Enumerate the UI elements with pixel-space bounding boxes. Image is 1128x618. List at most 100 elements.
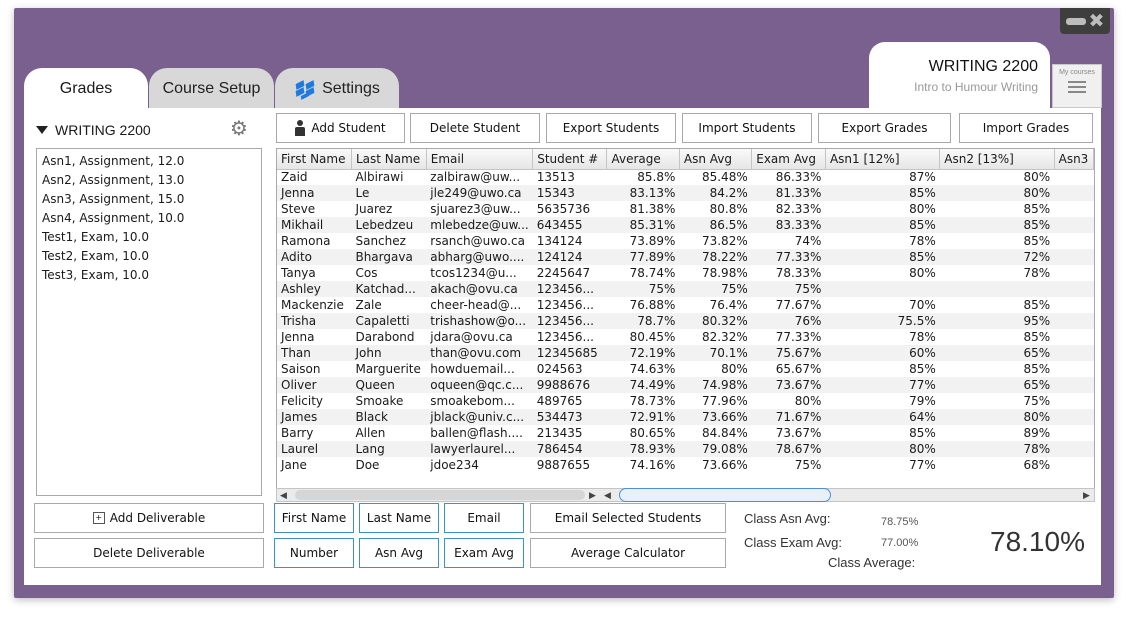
list-item[interactable]: Asn1, Assignment, 12.0 (42, 152, 256, 171)
table-cell[interactable]: 75% (752, 457, 826, 473)
table-cell[interactable]: zalbiraw@uw... (426, 169, 532, 185)
table-cell[interactable]: 80% (939, 409, 1055, 425)
table-cell[interactable] (1054, 393, 1093, 409)
table-cell[interactable] (1054, 409, 1094, 425)
table-cell[interactable]: 78.73% (607, 393, 679, 409)
table-cell[interactable]: Adito (277, 249, 352, 265)
table-cell[interactable]: than@ovu.com (426, 345, 533, 361)
table-cell[interactable]: 79.08% (679, 441, 752, 457)
average-calculator-button[interactable]: Average Calculator (530, 538, 726, 568)
table-cell[interactable]: Capaletti (351, 313, 427, 329)
table-cell[interactable]: Mackenzie (277, 297, 351, 313)
list-item[interactable]: Asn3, Assignment, 15.0 (42, 190, 256, 209)
table-cell[interactable]: smoakebom... (426, 393, 532, 409)
table-cell[interactable]: abharg@uwo.... (426, 249, 533, 265)
table-cell[interactable]: Queen (351, 377, 427, 393)
table-cell[interactable]: 85.48% (679, 169, 751, 185)
deliverables-list[interactable]: Asn1, Assignment, 12.0 Asn2, Assignment,… (36, 148, 262, 496)
table-cell[interactable]: Darabond (351, 329, 426, 345)
table-cell[interactable]: 77.33% (752, 329, 826, 345)
table-cell[interactable]: 80.65% (607, 425, 679, 441)
table-cell[interactable]: Saison (277, 361, 351, 377)
table-cell[interactable]: Jane (277, 457, 351, 473)
table-cell[interactable]: 85% (825, 185, 940, 201)
table-cell[interactable]: 80% (825, 201, 939, 217)
table-cell[interactable]: 68% (940, 457, 1054, 473)
table-cell[interactable]: 72.19% (606, 345, 680, 361)
table-cell[interactable]: 77% (825, 457, 939, 473)
table-row[interactable]: Adito Bhargava abharg@uwo.... 124124 77.89% 7… (277, 249, 1094, 265)
table-cell[interactable]: oqueen@qc.c... (426, 377, 533, 393)
table-row[interactable]: Mikhail Lebedzeu mlebedze@uw... 643455 85.31… (277, 217, 1094, 233)
table-cell[interactable] (1054, 233, 1093, 249)
export-grades-button[interactable]: Export Grades (818, 113, 951, 143)
table-cell[interactable]: Albirawi (351, 169, 426, 185)
table-cell[interactable]: Steve (277, 201, 351, 217)
table-cell[interactable]: Lebedzeu (351, 217, 427, 233)
table-cell[interactable]: 73.66% (679, 457, 751, 473)
table-cell[interactable]: 80% (752, 393, 826, 409)
list-item[interactable]: Test2, Exam, 10.0 (42, 247, 256, 266)
table-cell[interactable]: 74.63% (607, 361, 679, 377)
scroll-thumb[interactable] (619, 488, 831, 502)
table-cell[interactable] (1054, 313, 1094, 329)
table-cell[interactable]: 83.33% (751, 217, 826, 233)
table-row[interactable]: Zaid Albirawi zalbiraw@uw... 13513 85.8% 85.4… (277, 169, 1094, 185)
table-cell[interactable]: 70.1% (679, 345, 752, 361)
gear-icon[interactable]: ⚙ (230, 119, 248, 139)
table-cell[interactable]: 85% (825, 217, 940, 233)
table-row[interactable]: Trisha Capaletti trishashow@o... 123456... 7… (277, 313, 1094, 329)
table-cell[interactable]: 65.67% (752, 361, 826, 377)
table-cell[interactable] (939, 281, 1055, 297)
scroll-right-icon[interactable]: ▶ (1083, 490, 1090, 501)
table-cell[interactable]: 74.49% (606, 377, 680, 393)
table-cell[interactable]: 70% (825, 297, 939, 313)
table-cell[interactable]: Than (277, 345, 352, 361)
minimize-icon[interactable] (1065, 17, 1086, 25)
list-item[interactable]: Asn4, Assignment, 10.0 (42, 209, 256, 228)
scroll-thumb-fixed[interactable] (295, 490, 585, 500)
table-cell[interactable]: 76.4% (679, 297, 751, 313)
list-item[interactable]: Test3, Exam, 10.0 (42, 266, 256, 285)
table-cell[interactable]: Sanchez (351, 233, 426, 249)
close-icon[interactable]: ✖ (1089, 11, 1105, 31)
table-cell[interactable]: Doe (351, 457, 426, 473)
table-cell[interactable]: 78.7% (606, 313, 680, 329)
column-header[interactable]: First Name (277, 149, 352, 170)
table-cell[interactable]: 85.31% (606, 217, 680, 233)
table-cell[interactable]: 82.32% (679, 329, 751, 345)
table-cell[interactable]: mlebedze@uw... (426, 217, 533, 233)
table-cell[interactable]: 123456... (533, 297, 607, 313)
table-cell[interactable]: 73.67% (751, 377, 826, 393)
table-row[interactable]: Barry Allen ballen@flash.... 213435 80.65% 84… (277, 425, 1094, 441)
table-cell[interactable]: jblack@univ.c... (426, 409, 533, 425)
column-header[interactable]: Asn2 [13%] (939, 149, 1055, 170)
table-cell[interactable]: 85% (940, 201, 1054, 217)
table-row[interactable]: Jane Doe jdoe234 9887655 74.16% 73.66% 75% 77% 6… (277, 457, 1094, 473)
column-header[interactable]: Average (606, 149, 680, 170)
table-cell[interactable] (1054, 185, 1094, 201)
table-cell[interactable]: 64% (825, 409, 940, 425)
table-cell[interactable]: 213435 (533, 425, 607, 441)
table-cell[interactable]: ballen@flash.... (426, 425, 532, 441)
column-header[interactable]: Exam Avg (751, 149, 826, 170)
table-cell[interactable]: Jenna (277, 329, 351, 345)
table-cell[interactable]: James (277, 409, 352, 425)
table-cell[interactable]: 9887655 (533, 457, 607, 473)
sort-first-name-button[interactable]: First Name (274, 503, 354, 533)
table-cell[interactable]: 65% (939, 345, 1055, 361)
table-cell[interactable]: 78.22% (679, 249, 752, 265)
table-cell[interactable]: 85% (940, 297, 1054, 313)
scroll-left-icon[interactable]: ◀ (280, 490, 287, 501)
table-cell[interactable]: tcos1234@u... (426, 265, 532, 281)
table-cell[interactable]: 78.93% (606, 441, 680, 457)
table-cell[interactable]: 78% (825, 329, 939, 345)
course-selector[interactable]: WRITING 2200 (36, 120, 256, 140)
table-cell[interactable]: 74% (752, 233, 826, 249)
table-cell[interactable]: 77.89% (606, 249, 680, 265)
table-row[interactable]: Steve Juarez sjuarez3@uw... 5635736 81.38% 80… (277, 201, 1094, 217)
table-cell[interactable]: 84.2% (679, 185, 752, 201)
table-cell[interactable]: 87% (825, 169, 939, 185)
tab-grades[interactable]: Grades (24, 68, 148, 110)
table-cell[interactable]: Bhargava (351, 249, 427, 265)
